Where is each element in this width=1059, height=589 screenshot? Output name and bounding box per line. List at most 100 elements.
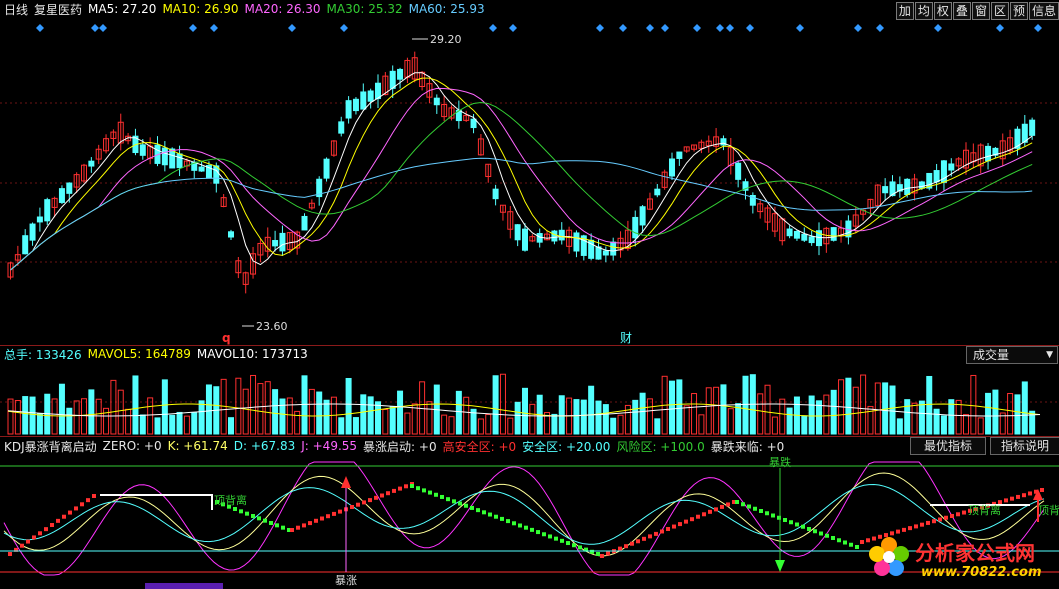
kdj-safe: 安全区: +20.00 <box>522 439 611 454</box>
candle-body <box>1029 119 1036 136</box>
signal-diamond-icon <box>99 24 107 32</box>
candle-body <box>793 230 800 239</box>
candle-body <box>367 90 374 102</box>
signal-diamond-icon <box>726 24 734 32</box>
signal-diamond-icon <box>189 24 197 32</box>
kdj-risk: 风险区: +100.0 <box>616 439 705 454</box>
candle-body <box>904 178 911 195</box>
candle-body <box>44 199 51 222</box>
candle-body <box>558 229 565 241</box>
candle-body <box>345 100 352 119</box>
candle-body <box>139 144 146 156</box>
signal-diamond-icon <box>934 24 942 32</box>
candle-body <box>470 118 477 129</box>
candle-body <box>88 160 95 167</box>
candle-body <box>610 241 617 256</box>
kdj-zero: ZERO: +0 <box>102 439 162 453</box>
watermark-url: www.70822.com <box>921 565 1042 580</box>
signal-diamond-icon <box>876 24 884 32</box>
candle-body <box>338 121 345 134</box>
candle-body <box>551 230 558 242</box>
signal-diamond-icon <box>796 24 804 32</box>
candle-body <box>918 181 925 189</box>
candle-body <box>808 236 815 244</box>
kdj-j: J: +49.55 <box>301 439 358 453</box>
candle-body <box>522 228 528 251</box>
candle-body <box>397 68 404 80</box>
best-indicator-button[interactable]: 最优指标 <box>910 437 986 455</box>
signal-diamond-icon <box>716 24 724 32</box>
signal-diamond-icon <box>619 24 627 32</box>
candle-body <box>433 97 440 106</box>
kdj-d: D: +67.83 <box>233 439 296 453</box>
volume-total: 总手: 133426 <box>4 347 82 362</box>
candle-body <box>882 186 889 194</box>
candle-body <box>735 162 742 180</box>
candle-body <box>632 216 639 239</box>
ma-line-2 <box>10 87 1033 271</box>
candle-body <box>66 182 73 194</box>
candle-body <box>948 163 955 171</box>
signal-diamond-icon <box>596 24 604 32</box>
candle-body <box>279 232 286 252</box>
signal-diamond-icon <box>36 24 44 32</box>
candle-body <box>272 240 279 247</box>
candle-body <box>492 188 499 200</box>
candle-body <box>669 158 675 177</box>
watermark-title: 分析家公式网 <box>915 541 1035 565</box>
candle-body <box>389 70 396 89</box>
candle-body <box>830 227 837 241</box>
marker-cai: 财 <box>620 331 632 345</box>
ma-line-3 <box>10 101 1033 271</box>
signal-diamond-icon <box>91 24 99 32</box>
volume-mavol5: MAVOL5: 164789 <box>87 347 191 361</box>
price-high-annotation: 29.20 <box>412 33 462 46</box>
candle-body <box>985 145 992 162</box>
watermark-logo: 分析家公式网 www.70822.com <box>863 533 1053 585</box>
signal-diamond-icon <box>1034 24 1042 32</box>
price-low-annotation: 23.60 <box>242 320 288 333</box>
candle-body <box>595 246 602 260</box>
candle-body <box>58 188 65 203</box>
candle-body <box>933 170 940 183</box>
candle-body <box>360 91 367 110</box>
candle-body <box>514 224 521 241</box>
volume-indicator-dropdown[interactable]: 成交量 ▼ <box>966 346 1058 364</box>
marker-q: q <box>222 331 231 345</box>
candle-body <box>801 233 808 241</box>
signal-diamond-icon <box>746 24 754 32</box>
price-low-label: 23.60 <box>256 320 288 333</box>
kdj-k: K: +61.74 <box>167 439 228 453</box>
ma-line-0 <box>10 72 1033 271</box>
kdj-high-safe: 高安全区: +0 <box>442 439 517 454</box>
volume-header: 总手: 133426 MAVOL5: 164789 MAVOL10: 17371… <box>0 346 308 362</box>
candle-body <box>161 147 168 166</box>
candle-body <box>352 98 359 112</box>
indicator-help-button[interactable]: 指标说明 <box>990 437 1059 455</box>
candle-body <box>639 206 646 226</box>
signal-diamond-icon <box>693 24 701 32</box>
chevron-down-icon: ▼ <box>1046 350 1053 360</box>
candle-body <box>654 188 661 196</box>
ma-line-4 <box>10 157 1033 271</box>
kdj-title: KDJ暴涨背离启动 <box>4 439 97 454</box>
kdj-crash-coming: 暴跌来临: +0 <box>710 439 785 454</box>
signal-diamond-icon <box>489 24 497 32</box>
signal-diamond-icon <box>288 24 296 32</box>
kdj-start: 暴涨启动: +0 <box>363 439 437 454</box>
candle-body <box>36 216 43 223</box>
volume-mavol10: MAVOL10: 173713 <box>196 347 308 361</box>
candle-body <box>573 232 580 252</box>
signal-diamond-icon <box>854 24 862 32</box>
candle-body <box>22 235 29 255</box>
candle-body <box>29 223 36 241</box>
volume-dropdown-label: 成交量 <box>973 348 1010 362</box>
kdj-header: KDJ暴涨背离启动 ZERO: +0 K: +61.74 D: +67.83 J… <box>0 437 784 455</box>
volume-panel[interactable]: 总手: 133426 MAVOL5: 164789 MAVOL10: 17371… <box>0 346 1059 436</box>
candle-body <box>228 231 234 238</box>
candle-body <box>301 215 308 231</box>
candle-body <box>676 151 683 159</box>
signal-diamond-icon <box>210 24 218 32</box>
candle-body <box>176 153 183 169</box>
candle-body <box>375 82 381 100</box>
